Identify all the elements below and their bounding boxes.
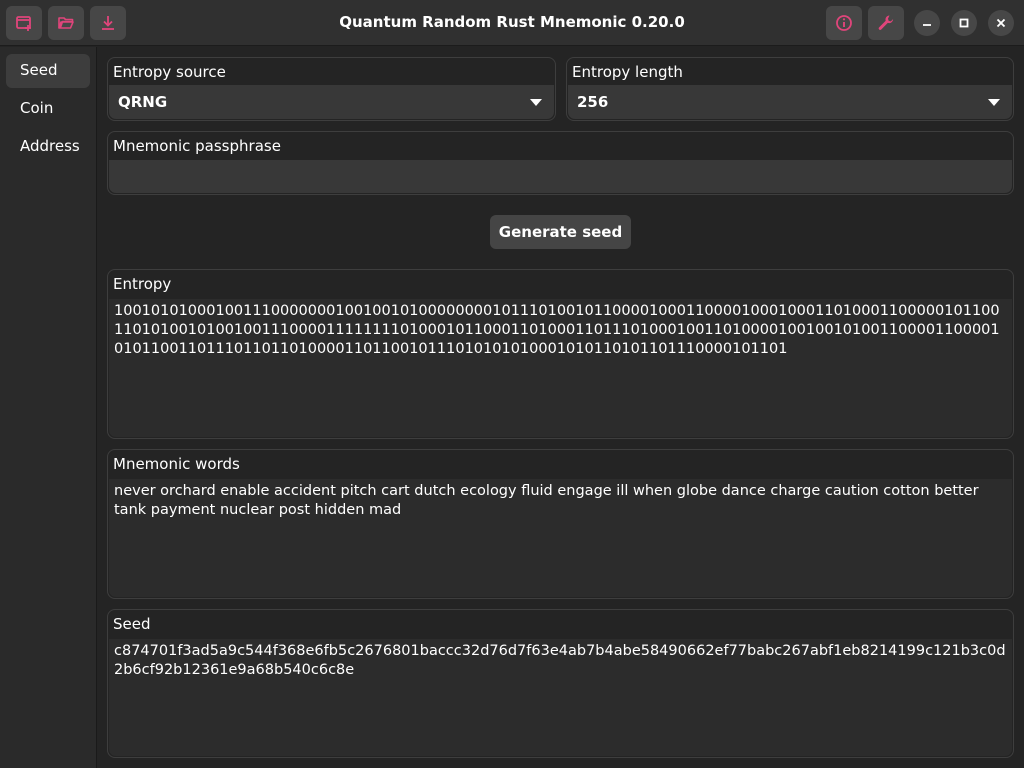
minimize-icon xyxy=(923,24,931,26)
maximize-icon xyxy=(959,18,969,28)
header-bar: Quantum Random Rust Mnemonic 0.20.0 xyxy=(0,0,1024,46)
generate-seed-button[interactable]: Generate seed xyxy=(490,215,631,249)
mnemonic-group: Mnemonic words never orchard enable acci… xyxy=(107,449,1014,599)
open-file-button[interactable] xyxy=(48,6,84,40)
entropy-source-group: Entropy source QRNG xyxy=(107,57,556,121)
entropy-length-group: Entropy length 256 xyxy=(566,57,1014,121)
sidebar-item-label: Address xyxy=(20,137,80,155)
wrench-icon xyxy=(878,15,894,30)
entropy-length-value: 256 xyxy=(577,93,609,111)
entropy-source-value: QRNG xyxy=(118,93,168,111)
mnemonic-label: Mnemonic words xyxy=(113,455,240,473)
passphrase-group: Mnemonic passphrase xyxy=(107,131,1014,195)
sidebar-item-label: Seed xyxy=(20,61,58,79)
entropy-length-dropdown[interactable]: 256 xyxy=(568,85,1012,119)
chevron-down-icon xyxy=(530,99,542,106)
passphrase-label: Mnemonic passphrase xyxy=(113,137,281,155)
chevron-down-icon xyxy=(988,99,1000,106)
seed-textarea[interactable]: c874701f3ad5a9c544f368e6fb5c2676801baccc… xyxy=(109,639,1012,756)
minimize-button[interactable] xyxy=(914,10,940,36)
entropy-group: Entropy 10010101000100111000000010010010… xyxy=(107,269,1014,439)
mnemonic-textarea[interactable]: never orchard enable accident pitch cart… xyxy=(109,479,1012,597)
sidebar-item-coin[interactable]: Coin xyxy=(6,92,90,126)
passphrase-input[interactable] xyxy=(109,160,1012,193)
entropy-label: Entropy xyxy=(113,275,172,293)
seed-group: Seed c874701f3ad5a9c544f368e6fb5c2676801… xyxy=(107,609,1014,758)
save-button[interactable] xyxy=(90,6,126,40)
entropy-length-label: Entropy length xyxy=(572,63,683,81)
info-icon xyxy=(836,15,852,31)
entropy-source-dropdown[interactable]: QRNG xyxy=(109,85,554,119)
download-icon xyxy=(102,16,114,30)
close-icon xyxy=(996,18,1006,28)
new-window-icon xyxy=(16,16,31,31)
sidebar: Seed Coin Address xyxy=(0,47,97,768)
entropy-source-label: Entropy source xyxy=(113,63,226,81)
sidebar-item-label: Coin xyxy=(20,99,54,117)
folder-open-icon xyxy=(58,17,74,29)
maximize-button[interactable] xyxy=(951,10,977,36)
about-button[interactable] xyxy=(826,6,862,40)
close-button[interactable] xyxy=(988,10,1014,36)
seed-label: Seed xyxy=(113,615,151,633)
new-window-button[interactable] xyxy=(6,6,42,40)
sidebar-item-address[interactable]: Address xyxy=(6,130,90,164)
entropy-textarea[interactable]: 1001010100010011100000001001001010000000… xyxy=(109,299,1012,437)
settings-button[interactable] xyxy=(868,6,904,40)
sidebar-item-seed[interactable]: Seed xyxy=(6,54,90,88)
